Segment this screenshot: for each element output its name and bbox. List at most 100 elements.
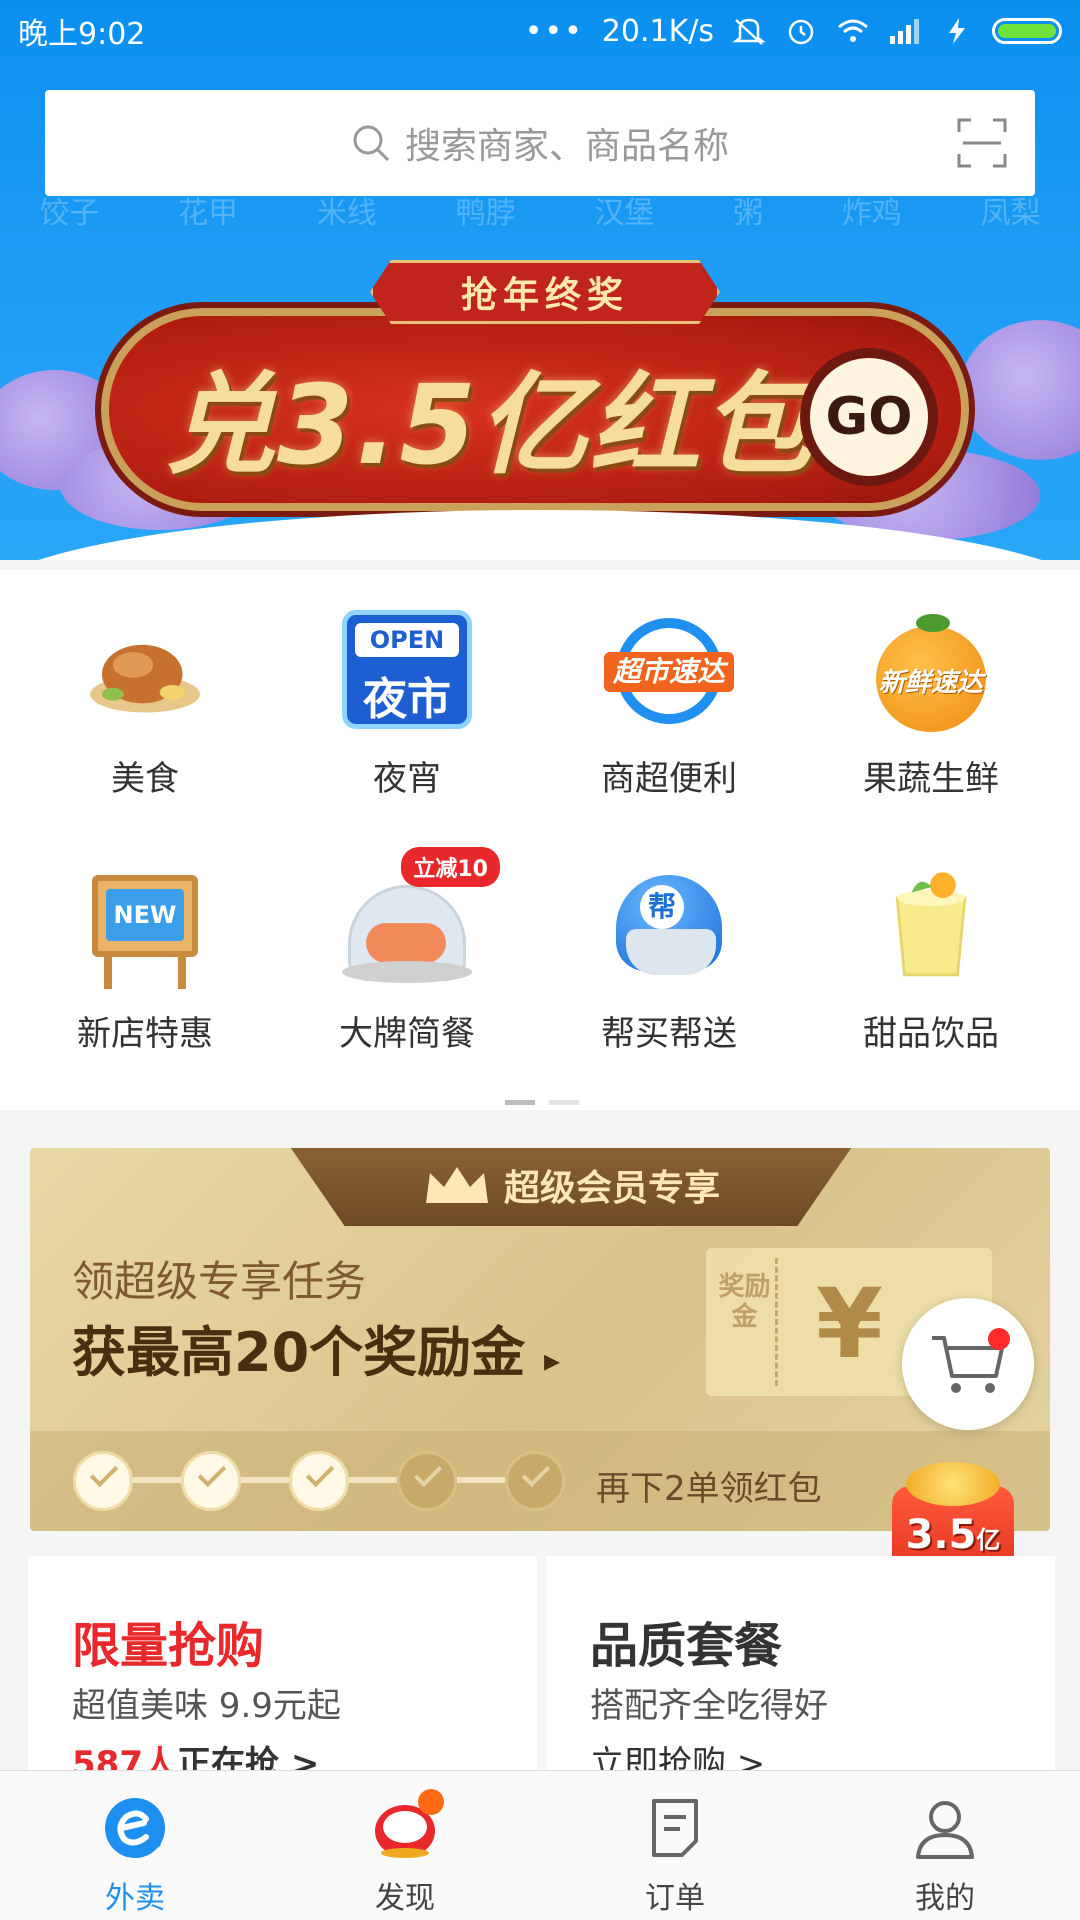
salmon-plate-icon: 立减10: [342, 847, 500, 984]
category-label: 大牌简餐: [339, 1014, 475, 1054]
hot-word[interactable]: 饺子: [39, 188, 99, 231]
nav-discover[interactable]: 发现: [270, 1771, 540, 1920]
charging-icon: [949, 18, 965, 44]
step-complete: [181, 1451, 241, 1511]
ticket-label: 奖励金: [714, 1258, 778, 1386]
search-icon: [353, 125, 390, 162]
gold-coins: [906, 1462, 1000, 1506]
promo-flash-sale[interactable]: 限量抢购 超值美味 9.9元起 587人正在抢 >: [28, 1556, 537, 1770]
member-tab-label: 超级会员专享: [503, 1168, 720, 1209]
mute-icon: [732, 18, 766, 45]
category-label: 帮买帮送: [601, 1014, 737, 1054]
member-tab: 超级会员专享: [288, 1148, 854, 1226]
category-label: 新店特惠: [77, 1014, 213, 1054]
banner-headline: 兑3.5亿红包: [165, 361, 814, 489]
cart-button[interactable]: [902, 1298, 1034, 1430]
yen-icon: ¥: [816, 1268, 883, 1380]
banner-tag: 抢年终奖: [370, 260, 720, 324]
category-label: 甜品饮品: [863, 1014, 999, 1054]
cloud-decoration: [960, 320, 1080, 460]
step-complete: [73, 1451, 133, 1511]
search-placeholder: 搜索商家、商品名称: [404, 126, 729, 167]
new-text: NEW: [106, 889, 184, 941]
category-food[interactable]: 美食: [10, 570, 280, 800]
status-time: 晚上9:02: [18, 17, 146, 52]
nav-label: 外卖: [105, 1881, 165, 1916]
category-night-snack[interactable]: OPEN 夜市 夜宵: [272, 570, 542, 800]
packet-amount: 3.5亿: [892, 1512, 1014, 1558]
promo-quality-meal[interactable]: 品质套餐 搭配齐全吃得好 立即抢购 >: [546, 1556, 1055, 1770]
hot-word[interactable]: 鸭脖: [456, 188, 516, 231]
nav-takeout[interactable]: 外卖: [0, 1771, 270, 1920]
category-brand-meal[interactable]: 立减10 大牌简餐: [272, 825, 542, 1055]
bottom-nav: 外卖 发现 订单 我的: [0, 1770, 1080, 1920]
promo-link-text: 立即抢购 >: [590, 1744, 766, 1770]
crown-icon: [425, 1167, 488, 1203]
banner-go-button[interactable]: GO: [800, 348, 938, 486]
search-input[interactable]: 搜索商家、商品名称: [45, 90, 1035, 196]
scan-icon[interactable]: [957, 118, 1007, 168]
battery-icon: [992, 18, 1062, 44]
order-icon: [652, 1799, 698, 1857]
hot-word[interactable]: 汉堡: [594, 188, 654, 231]
pager-dots: [505, 1100, 579, 1105]
pager-dot: [549, 1100, 579, 1105]
signal-icon: [890, 19, 919, 44]
category-supermarket[interactable]: 超市速达 商超便利: [534, 570, 804, 800]
category-fresh[interactable]: 新鲜速达 果蔬生鲜: [796, 570, 1066, 800]
helmet-icon: 帮: [604, 865, 734, 984]
network-speed: 20.1K/s: [601, 13, 714, 49]
category-label: 夜宵: [373, 759, 441, 799]
nav-orders[interactable]: 订单: [540, 1771, 810, 1920]
promo-title: 品质套餐: [590, 1618, 783, 1674]
hot-word[interactable]: 米线: [317, 188, 377, 231]
member-title-text: 获最高20个奖励金: [72, 1321, 526, 1384]
nav-label: 发现: [375, 1881, 435, 1916]
roast-chicken-icon: [90, 644, 200, 713]
fresh-text: 新鲜速达: [878, 668, 983, 698]
status-bar: 晚上9:02 ••• 20.1K/s: [0, 0, 1080, 62]
status-dots: •••: [524, 13, 584, 49]
promo-banner[interactable]: 抢年终奖 兑3.5亿红包 GO: [0, 240, 1080, 560]
promo-link-text: 正在抢 >: [176, 1744, 320, 1770]
nav-label: 订单: [645, 1881, 705, 1916]
discover-badge: [418, 1789, 444, 1815]
eleme-logo-icon: [105, 1798, 165, 1858]
supermarket-express-icon: 超市速达: [604, 610, 734, 729]
category-label: 美食: [111, 759, 179, 799]
supermarket-text: 超市速达: [604, 652, 734, 692]
top-header: 晚上9:02 ••• 20.1K/s 搜索商家、商品名称 饺子 花甲 米线 鸭脖 汉堡 粥…: [0, 0, 1080, 560]
night-market-icon: OPEN 夜市: [342, 610, 472, 729]
category-errand[interactable]: 帮 帮买帮送: [534, 825, 804, 1055]
nav-profile[interactable]: 我的: [810, 1771, 1080, 1920]
category-dessert[interactable]: 甜品饮品: [796, 825, 1066, 1055]
discount-badge: 立减10: [401, 847, 500, 887]
fresh-orange-icon: 新鲜速达: [866, 610, 996, 732]
pager-dot: [505, 1100, 535, 1105]
category-new-store[interactable]: NEW 新店特惠: [10, 825, 280, 1055]
category-label: 商超便利: [601, 759, 737, 799]
helmet-text: 帮: [640, 885, 684, 929]
hot-word[interactable]: 粥: [733, 188, 763, 231]
new-board-icon: NEW: [80, 865, 210, 989]
step-complete: [289, 1451, 349, 1511]
promo-subtitle: 超值美味 9.9元起: [72, 1686, 341, 1726]
hot-word[interactable]: 凤梨: [981, 188, 1041, 231]
drink-cup-icon: [895, 872, 967, 977]
hot-word[interactable]: 炸鸡: [842, 188, 902, 231]
open-sign: OPEN: [355, 623, 459, 657]
promo-link: 立即抢购 >: [590, 1736, 765, 1770]
step-pending: [397, 1451, 457, 1511]
night-market-text: 夜市: [363, 674, 451, 725]
progress-text: 再下2单领红包: [596, 1469, 822, 1509]
hot-word[interactable]: 花甲: [178, 188, 238, 231]
category-label: 果蔬生鲜: [863, 759, 999, 799]
nav-label: 我的: [915, 1881, 975, 1916]
category-grid: 美食 OPEN 夜市 夜宵 超市速达 商超便利 新鲜速达 果蔬生鲜 NEW 新店…: [0, 570, 1080, 1110]
packet-amount-unit: 亿: [976, 1526, 1001, 1554]
chevron-right-icon: ▸: [543, 1341, 561, 1379]
promo-subtitle: 搭配齐全吃得好: [590, 1686, 828, 1726]
packet-amount-number: 3.5: [905, 1512, 977, 1558]
step-pending: [505, 1451, 565, 1511]
hot-words: 饺子 花甲 米线 鸭脖 汉堡 粥 炸鸡 凤梨: [0, 188, 1080, 231]
